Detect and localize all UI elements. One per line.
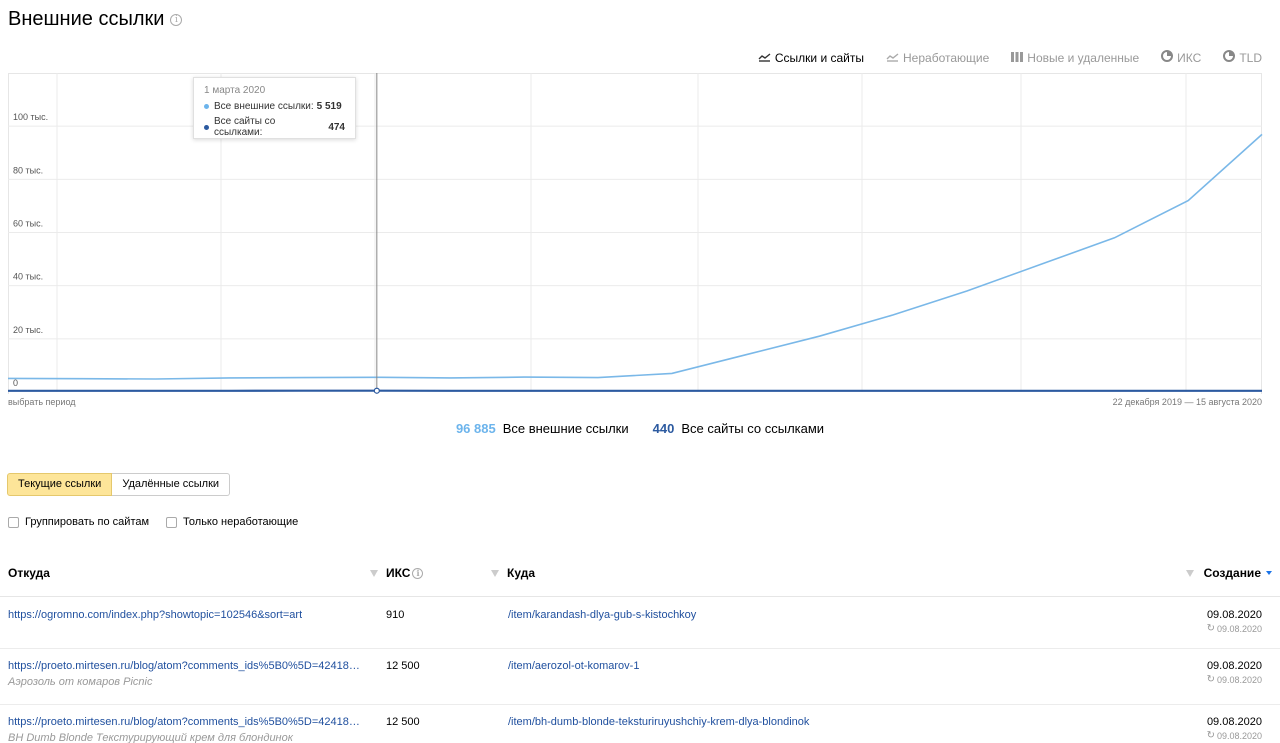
filter-icon[interactable] (370, 569, 378, 577)
column-to-label: Куда (507, 566, 535, 580)
chart-totals: 96 885 Все внешние ссылки 440 Все сайты … (0, 421, 1280, 436)
tooltip-row: Все сайты со ссылками: 474 (204, 116, 345, 138)
table-row: https://ogromno.com/index.php?showtopic=… (0, 597, 1280, 649)
group-by-sites-label: Группировать по сайтам (25, 516, 150, 528)
period-range: 22 декабря 2019 — 15 августа 2020 (1112, 397, 1262, 407)
row-from-title: Аэрозоль от комаров Picnic (8, 676, 153, 688)
filter-icon[interactable] (1185, 569, 1194, 577)
series-dot-icon (204, 124, 209, 130)
group-by-sites-checkbox[interactable]: Группировать по сайтам (8, 516, 149, 528)
column-header-to[interactable]: Куда (491, 566, 535, 580)
total-sites-with-links-label: Все сайты со ссылками (681, 421, 825, 436)
column-header-created[interactable]: Создание (1185, 566, 1272, 580)
checkbox-box[interactable] (8, 516, 19, 528)
row-to-link[interactable]: /item/aerozol-ot-komarov-1 (508, 660, 639, 672)
checkbox-box[interactable] (166, 516, 178, 528)
y-tick-label: 100 тыс. (13, 112, 48, 122)
column-from-label: Откуда (8, 566, 50, 580)
row-to-link[interactable]: /item/bh-dumb-blonde-teksturiruyushchiy-… (508, 716, 809, 728)
total-sites-with-links-value: 440 (652, 421, 675, 436)
total-sites-with-links[interactable]: 440 Все сайты со ссылками (653, 421, 824, 436)
total-external-links-value: 96 885 (455, 421, 496, 436)
row-updated-date-text: 09.08.2020 (1216, 730, 1262, 741)
links-chart[interactable]: 0 20 тыс. 40 тыс. 60 тыс. 80 тыс. 100 тыс. (0, 0, 1280, 400)
row-from-link[interactable]: https://proeto.mirtesen.ru/blog/atom?com… (8, 660, 363, 672)
table-row: https://proeto.mirtesen.ru/blog/atom?com… (0, 649, 1280, 705)
row-to-link[interactable]: /item/karandash-dlya-gub-s-kistochkoy (508, 609, 696, 621)
sort-desc-icon[interactable] (1266, 571, 1272, 575)
select-period-link[interactable]: выбрать период (8, 397, 76, 407)
chart-tooltip: 1 марта 2020 Все внешние ссылки: 5 519 В… (193, 77, 356, 139)
only-broken-checkbox[interactable]: Только неработающие (166, 516, 298, 528)
row-updated-date: ↻ 09.08.2020 (1207, 623, 1262, 634)
column-iks-label: ИКС (386, 566, 411, 580)
tooltip-label: Все сайты со ссылками: (213, 116, 276, 138)
tooltip-label: Все внешние ссылки: (214, 101, 314, 112)
table-row: https://proeto.mirtesen.ru/blog/atom?com… (0, 705, 1280, 743)
column-created-label[interactable]: Создание (1204, 566, 1261, 580)
row-from-title: BH Dumb Blonde Текстурирующий крем для б… (8, 732, 293, 743)
y-tick-label: 0 (13, 378, 18, 388)
y-tick-label: 20 тыс. (13, 325, 43, 335)
column-header-iks[interactable]: ИКС i (370, 566, 424, 580)
tooltip-row: Все внешние ссылки: 5 519 (204, 101, 345, 112)
tooltip-value: 474 (328, 121, 345, 133)
only-broken-label: Только неработающие (183, 516, 299, 528)
row-updated-date: ↻ 09.08.2020 (1207, 674, 1262, 685)
tooltip-value: 5 519 (316, 101, 342, 112)
row-iks-value: 910 (386, 609, 405, 621)
row-updated-date-text: 09.08.2020 (1216, 674, 1262, 685)
row-iks-value: 12 500 (386, 660, 420, 672)
info-icon[interactable]: i (412, 567, 424, 579)
deleted-links-button[interactable]: Удалённые ссылки (112, 473, 231, 496)
crosshair-point (373, 387, 380, 394)
links-type-toggle: Текущие ссылки Удалённые ссылки (7, 473, 231, 496)
row-updated-date: ↻ 09.08.2020 (1207, 730, 1262, 741)
filter-icon[interactable] (491, 569, 499, 577)
filter-checkboxes: Группировать по сайтам Только неработающ… (8, 516, 315, 528)
row-from-link[interactable]: https://proeto.mirtesen.ru/blog/atom?com… (8, 716, 363, 728)
tooltip-date: 1 марта 2020 (204, 85, 266, 96)
total-external-links-label: Все внешние ссылки (502, 421, 629, 436)
y-tick-label: 40 тыс. (13, 272, 43, 282)
refresh-icon: ↻ (1206, 623, 1215, 634)
refresh-icon: ↻ (1206, 730, 1215, 741)
row-updated-date-text: 09.08.2020 (1216, 623, 1262, 634)
row-created-date: 09.08.2020 (1206, 660, 1262, 672)
row-from-link[interactable]: https://ogromno.com/index.php?showtopic=… (8, 609, 302, 621)
y-tick-label: 80 тыс. (13, 165, 43, 175)
current-links-button[interactable]: Текущие ссылки (7, 473, 113, 496)
row-created-date: 09.08.2020 (1206, 609, 1262, 621)
series-line-external-links (7, 133, 1263, 380)
row-created-date: 09.08.2020 (1206, 716, 1262, 728)
series-dot-icon (204, 104, 209, 109)
column-header-from: Откуда (8, 566, 50, 580)
total-external-links[interactable]: 96 885 Все внешние ссылки (456, 421, 629, 436)
refresh-icon: ↻ (1206, 674, 1215, 685)
row-iks-value: 12 500 (386, 716, 420, 728)
y-tick-label: 60 тыс. (13, 219, 43, 229)
